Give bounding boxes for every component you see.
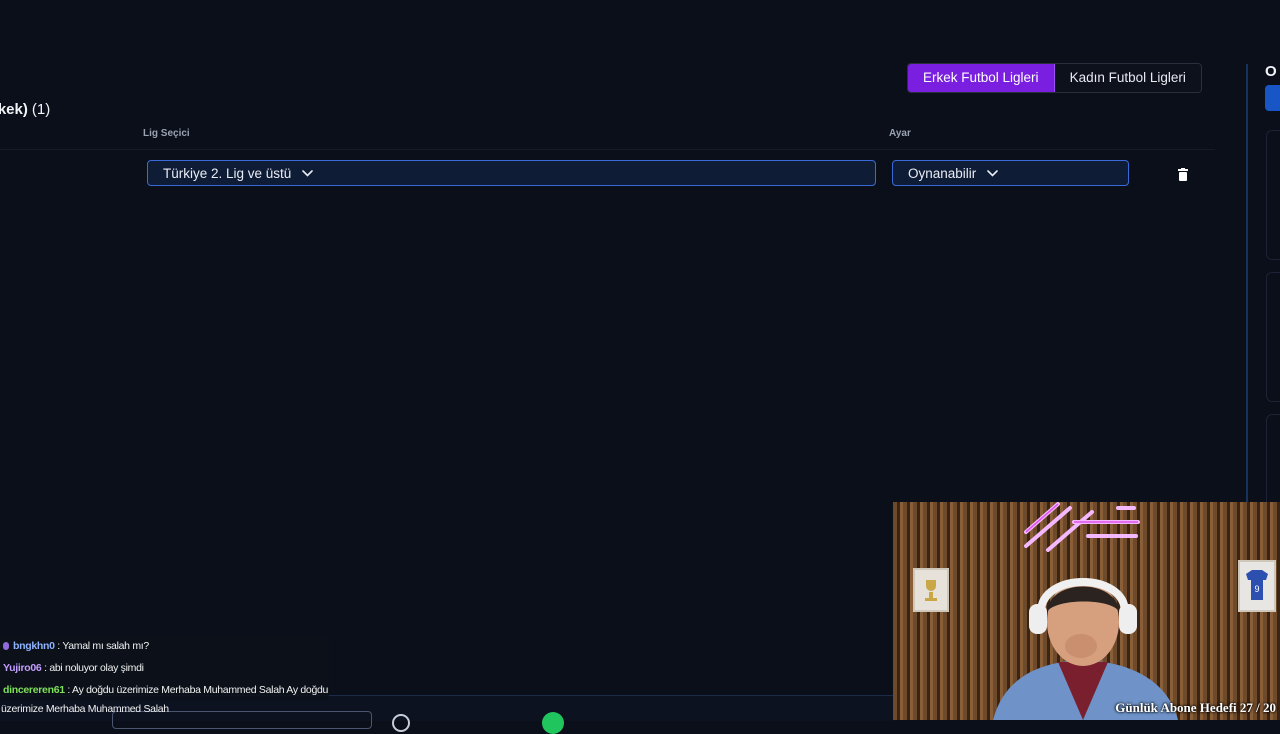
chevron-down-icon [987, 169, 999, 177]
chat-message: bngkhn0 : Yamal mı salah mı? [3, 640, 149, 652]
right-panel-button[interactable] [1265, 85, 1280, 111]
green-status-icon [542, 712, 564, 734]
section-count: (1) [31, 101, 51, 118]
chat-continuation: üzerimize Merhaba Muhammed Salah [1, 703, 169, 715]
women-leagues-tab[interactable]: Kadın Futbol Ligleri [1054, 64, 1201, 92]
svg-text:9: 9 [1254, 584, 1259, 594]
league-type-toggle: Erkek Futbol Ligleri Kadın Futbol Ligler… [907, 63, 1202, 93]
badge-icon [3, 642, 9, 651]
streamer-image [993, 578, 1178, 720]
setting-select-value: Oynanabilir [908, 165, 977, 181]
right-panel-card [1266, 130, 1280, 260]
panel-divider [1246, 64, 1248, 504]
webcam-overlay: 9 Günlük Abone Hedefi 27 / 20 [893, 502, 1280, 720]
trophy-frame [913, 568, 949, 612]
chat-text: : abi noluyor olay şimdi [44, 662, 144, 674]
league-select-value: Türkiye 2. Lig ve üstü [163, 165, 292, 181]
right-panel-card [1266, 414, 1280, 504]
chat-text: : Yamal mı salah mı? [57, 640, 149, 652]
right-panel-card [1266, 272, 1280, 402]
chat-username: Yujiro06 [3, 662, 42, 674]
section-title: rkek)(1) [0, 101, 50, 118]
trash-icon[interactable] [1177, 168, 1189, 182]
men-leagues-tab[interactable]: Erkek Futbol Ligleri [908, 64, 1055, 92]
jersey-frame: 9 [1238, 560, 1276, 612]
chat-message: dincereren61 : Ay doğdu üzerimize Merhab… [3, 684, 328, 696]
circle-icon[interactable] [392, 714, 410, 732]
header-divider [0, 149, 1215, 150]
chat-message: Yujiro06 : abi noluyor olay şimdi [3, 662, 144, 674]
setting-header: Ayar [889, 128, 911, 139]
subscriber-goal-text: Günlük Abone Hedefi 27 / 20 [1115, 700, 1276, 715]
chevron-down-icon [302, 169, 314, 177]
league-selector-header: Lig Seçici [143, 128, 190, 139]
chat-username: bngkhn0 [13, 640, 55, 652]
right-side-panel: O [1250, 0, 1280, 504]
section-title-text: rkek) [0, 101, 28, 118]
league-select-dropdown[interactable]: Türkiye 2. Lig ve üstü [147, 160, 876, 186]
chat-text: : Ay doğdu üzerimize Merhaba Muhammed Sa… [67, 684, 329, 696]
right-panel-heading: O [1265, 63, 1277, 80]
setting-select-dropdown[interactable]: Oynanabilir [892, 160, 1129, 186]
chat-username: dincereren61 [3, 684, 65, 696]
